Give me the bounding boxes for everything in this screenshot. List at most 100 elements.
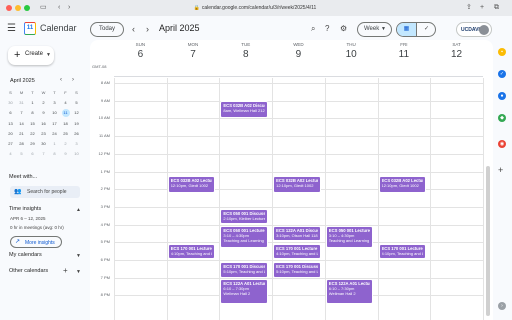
my-calendars-label[interactable]: My calendars bbox=[9, 252, 42, 258]
mini-day[interactable]: 6 bbox=[27, 149, 38, 159]
today-button[interactable]: Today bbox=[90, 22, 124, 37]
calendar-event[interactable]: ECS 050 001 Lecture 3:10 – 4:30pm Teaching… bbox=[325, 226, 374, 249]
mini-day[interactable]: 21 bbox=[16, 129, 27, 139]
calendar-event[interactable]: ECS 122A A01 Lecture 6:10 – 7:30pm Wellman… bbox=[325, 279, 374, 305]
day-header[interactable]: SUN 6 bbox=[114, 42, 167, 60]
mini-day[interactable]: 26 bbox=[71, 129, 82, 139]
mini-day[interactable]: 30 bbox=[5, 98, 16, 108]
day-header[interactable]: TUE 8 bbox=[219, 42, 272, 60]
scrollbar[interactable] bbox=[486, 166, 490, 316]
mini-day[interactable]: 1 bbox=[27, 98, 38, 108]
calendar-event[interactable]: ECS 170 001 Lecture 4:10pm, Teaching and … bbox=[273, 244, 321, 260]
mini-day[interactable]: 24 bbox=[49, 129, 60, 139]
mini-day[interactable]: 1 bbox=[49, 139, 60, 149]
mini-day[interactable]: 4 bbox=[60, 98, 71, 108]
mini-day[interactable]: 31 bbox=[16, 98, 27, 108]
mini-day[interactable]: 16 bbox=[38, 119, 49, 129]
next-week-icon[interactable]: › bbox=[146, 23, 149, 35]
mini-day[interactable]: 22 bbox=[27, 129, 38, 139]
back-icon[interactable]: ‹ bbox=[58, 3, 60, 13]
previous-week-icon[interactable]: ‹ bbox=[132, 23, 135, 35]
get-addons-icon[interactable]: + bbox=[498, 166, 503, 175]
mini-day[interactable]: 8 bbox=[27, 108, 38, 118]
mini-day[interactable]: 27 bbox=[5, 139, 16, 149]
other-calendars-label[interactable]: Other calendars bbox=[9, 268, 48, 274]
calendar-event[interactable]: ECS 170 001 Discussion5:10pm, Teaching a… bbox=[273, 261, 321, 278]
show-side-panel-icon[interactable]: › bbox=[498, 302, 506, 310]
day-header[interactable]: THU 10 bbox=[325, 42, 378, 60]
add-calendar-icon[interactable]: + bbox=[63, 266, 68, 275]
calendar-event[interactable]: ECS 032B A02 Lecture 12:10pm, Giedt 1002 bbox=[167, 175, 216, 193]
chevron-down-icon[interactable]: ▼ bbox=[76, 269, 81, 275]
view-select[interactable]: Week ▼ bbox=[357, 22, 392, 37]
mini-day[interactable]: 20 bbox=[5, 129, 16, 139]
mini-day[interactable]: 10 bbox=[49, 108, 60, 118]
window-close-button[interactable] bbox=[6, 5, 12, 11]
address-bar[interactable]: 🔒 calendar.google.com/calendar/u/3/r/week… bbox=[150, 3, 360, 13]
mini-day[interactable]: 7 bbox=[38, 149, 49, 159]
share-icon[interactable]: ⇪ bbox=[466, 3, 472, 13]
calendar-event[interactable]: ECS 032B A02 Discussion8am, Wellman Hall… bbox=[220, 100, 269, 119]
forward-icon[interactable]: › bbox=[68, 3, 70, 13]
day-header[interactable]: MON 7 bbox=[167, 42, 220, 60]
mini-day[interactable]: 19 bbox=[71, 119, 82, 129]
mini-day[interactable]: 9 bbox=[60, 149, 71, 159]
mini-day[interactable]: 17 bbox=[49, 119, 60, 129]
new-tab-icon[interactable]: + bbox=[480, 3, 484, 13]
calendar-event[interactable]: ECS 170 001 Lecture 4:10pm, Teaching and … bbox=[167, 244, 216, 260]
mini-day[interactable]: 10 bbox=[71, 149, 82, 159]
calendar-event[interactable]: ECS 050 001 Lecture 3:10 – 4:30pm Teaching… bbox=[220, 226, 269, 249]
mini-day[interactable]: 28 bbox=[16, 139, 27, 149]
zoom-addon-icon[interactable]: ◉ bbox=[498, 140, 506, 148]
mini-day[interactable]: 30 bbox=[38, 139, 49, 149]
day-number[interactable]: 6 bbox=[114, 49, 167, 60]
calendar-event[interactable]: ECS 170 001 Lecture 4:10pm, Teaching and … bbox=[378, 244, 427, 260]
mini-day[interactable]: 23 bbox=[38, 129, 49, 139]
sidebar-toggle-icon[interactable]: ▭ bbox=[40, 3, 47, 13]
chevron-up-icon[interactable]: ▲ bbox=[76, 207, 81, 213]
more-insights-button[interactable]: ↗ More insights bbox=[10, 236, 62, 248]
mini-day[interactable]: 3 bbox=[71, 139, 82, 149]
create-button[interactable]: + Create ▼ bbox=[8, 46, 54, 65]
mini-day[interactable]: 29 bbox=[27, 139, 38, 149]
calendar-event[interactable]: ECS 032B A02 Lecture 12:10pm, Giedt 1002 bbox=[378, 175, 427, 193]
calendar-event[interactable]: ECS 122A A01 Discussion3:10pm, Olson Hal… bbox=[273, 226, 321, 242]
calendar-event[interactable]: ECS 032B A02 Lecture 12:10pm, Giedt 1002 bbox=[273, 175, 321, 193]
mini-day[interactable]: 8 bbox=[49, 149, 60, 159]
day-number[interactable]: 11 bbox=[378, 49, 431, 60]
search-icon[interactable]: ⌕ bbox=[311, 24, 315, 34]
tasks-view-icon[interactable]: ✓ bbox=[417, 23, 435, 36]
account-switcher[interactable]: UCDAVIS bbox=[456, 22, 492, 37]
day-header[interactable]: FRI 11 bbox=[378, 42, 431, 60]
mini-next-month-icon[interactable]: › bbox=[72, 77, 74, 83]
day-number[interactable]: 7 bbox=[167, 49, 220, 60]
window-minimize-button[interactable] bbox=[15, 5, 21, 11]
maps-icon[interactable]: ◆ bbox=[498, 114, 506, 122]
contacts-icon[interactable]: ● bbox=[498, 92, 506, 100]
mini-day[interactable]: 2 bbox=[60, 139, 71, 149]
mini-day[interactable]: 5 bbox=[16, 149, 27, 159]
day-number[interactable]: 12 bbox=[430, 49, 483, 60]
mini-day[interactable]: 6 bbox=[5, 108, 16, 118]
day-header[interactable]: WED 9 bbox=[272, 42, 325, 60]
mini-day[interactable]: 15 bbox=[27, 119, 38, 129]
calendar-view-icon[interactable]: ▦ bbox=[397, 23, 417, 36]
mini-day[interactable]: 9 bbox=[38, 108, 49, 118]
mini-day[interactable]: 12 bbox=[71, 108, 82, 118]
mini-day[interactable]: 4 bbox=[5, 149, 16, 159]
mini-day[interactable]: 5 bbox=[71, 98, 82, 108]
calendar-event[interactable]: ECS 170 001 Discussion5:10pm, Teaching a… bbox=[220, 261, 269, 278]
mini-day[interactable]: 18 bbox=[60, 119, 71, 129]
mini-day[interactable]: 25 bbox=[60, 129, 71, 139]
mini-prev-month-icon[interactable]: ‹ bbox=[60, 77, 62, 83]
main-menu-icon[interactable]: ☰ bbox=[7, 24, 16, 34]
mini-day[interactable]: 14 bbox=[16, 119, 27, 129]
mini-day[interactable]: 3 bbox=[49, 98, 60, 108]
day-number[interactable]: 10 bbox=[325, 49, 378, 60]
calendar-event[interactable]: ECS 122A A01 Lecture 6:10 – 7:30pm Wellman… bbox=[220, 279, 269, 305]
window-zoom-button[interactable] bbox=[24, 5, 30, 11]
chevron-down-icon[interactable]: ▼ bbox=[76, 253, 81, 259]
mini-day[interactable]: 13 bbox=[5, 119, 16, 129]
mini-day[interactable]: 11 bbox=[60, 108, 71, 118]
calendar-event[interactable]: ECS 050 001 Discussion2:10pm, Kleiber Le… bbox=[220, 208, 269, 224]
